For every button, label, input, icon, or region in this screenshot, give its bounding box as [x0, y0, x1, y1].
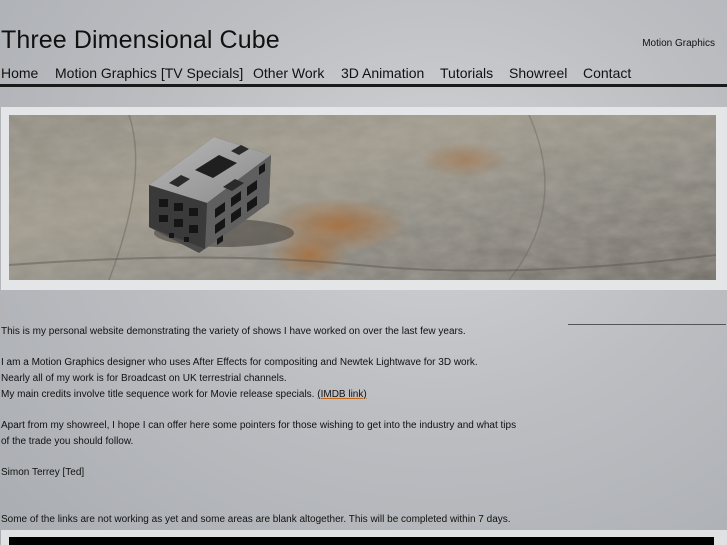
- nav-other-work[interactable]: Other Work: [253, 65, 324, 81]
- nav-3d-animation[interactable]: 3D Animation: [341, 65, 424, 81]
- showreel-video[interactable]: [9, 537, 714, 545]
- menger-sponge-on-rock-image: [9, 115, 716, 280]
- banner-frame: [1, 107, 727, 290]
- nav-showreel[interactable]: Showreel: [509, 65, 567, 81]
- site-notice: Some of the links are not working as yet…: [1, 514, 511, 526]
- tagline: Motion Graphics: [642, 38, 715, 49]
- imdb-link[interactable]: (IMDB link): [317, 389, 366, 400]
- nav-tutorials[interactable]: Tutorials: [440, 65, 493, 81]
- pointers-text: Apart from my showreel, I hope I can off…: [1, 420, 517, 447]
- showreel-video-frame: [1, 530, 727, 545]
- nav-contact[interactable]: Contact: [583, 65, 631, 81]
- banner-image: [9, 115, 716, 280]
- bio-line-3: My main credits involve title sequence w…: [1, 387, 541, 403]
- intro-text: This is my personal website demonstratin…: [1, 326, 466, 337]
- bio-line-3-text: My main credits involve title sequence w…: [1, 388, 315, 400]
- nav-home[interactable]: Home: [1, 65, 38, 81]
- nav-motion-graphics[interactable]: Motion Graphics [TV Specials]: [55, 65, 243, 81]
- sidebar-divider: [568, 324, 726, 325]
- bio-line-2: Nearly all of my work is for Broadcast o…: [1, 373, 287, 385]
- bio-line-1: I am a Motion Graphics designer who uses…: [1, 357, 478, 369]
- signature: Simon Terrey [Ted]: [1, 467, 85, 479]
- main-content: This is my personal website demonstratin…: [1, 324, 541, 528]
- main-nav: Home Motion Graphics [TV Specials] Other…: [0, 62, 727, 87]
- site-title: Three Dimensional Cube: [1, 26, 280, 54]
